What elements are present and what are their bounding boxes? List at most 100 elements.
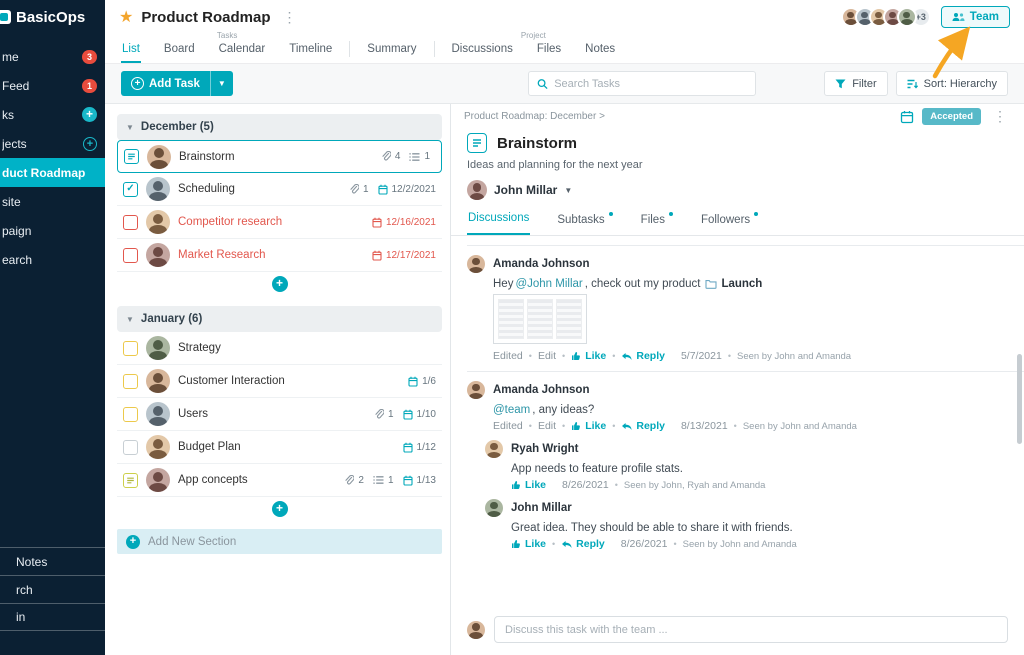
detail-tab-files[interactable]: Files [640, 208, 674, 235]
add-icon[interactable]: + [83, 136, 97, 151]
task-name: Strategy [178, 342, 221, 354]
like-action[interactable]: Like [511, 538, 546, 550]
edit-action[interactable]: Edit [538, 350, 556, 362]
sidebar-footer-item[interactable]: rch [0, 575, 105, 603]
add-icon[interactable]: + [271, 276, 288, 292]
breadcrumb[interactable]: Product Roadmap: December > [464, 111, 605, 122]
task-checkbox[interactable] [123, 214, 138, 230]
sidebar-item[interactable]: ks + [0, 100, 105, 129]
sidebar-item[interactable]: Feed 1 [0, 71, 105, 100]
tab-files[interactable]: Files [536, 41, 562, 63]
search-box[interactable] [528, 71, 757, 96]
add-new-section[interactable]: + Add New Section [117, 529, 442, 554]
due-date: 1/6 [422, 375, 436, 387]
edit-action[interactable]: Edit [538, 420, 556, 432]
sidebar-footer-item[interactable]: in [0, 603, 105, 631]
sidebar-footer-item[interactable]: Notes [0, 547, 105, 575]
status-badge[interactable]: Accepted [922, 108, 981, 125]
calendar-icon[interactable] [900, 110, 914, 124]
sidebar: BasicOps me 3 Feed 1 ks + jects + duct Roadmap si… [0, 0, 105, 655]
thread-scrollbar[interactable] [1017, 354, 1022, 444]
task-checkbox[interactable]: ✓ [123, 181, 138, 197]
like-action[interactable]: Like [511, 479, 546, 491]
detail-tab-discussions[interactable]: Discussions [467, 208, 531, 235]
task-row[interactable]: Brainstorm 41 [117, 140, 442, 173]
like-action[interactable]: Like [571, 350, 606, 362]
task-checkbox[interactable] [123, 373, 138, 389]
attachment-thumbnail[interactable] [493, 294, 587, 344]
mention[interactable]: @team [493, 404, 530, 416]
task-row[interactable]: Budget Plan 1/12 [117, 431, 442, 464]
task-checkbox[interactable] [124, 149, 139, 164]
reply-action[interactable]: Reply [561, 538, 605, 550]
detail-header: Product Roadmap: December > Accepted ⋮ [451, 104, 1024, 129]
task-row[interactable]: Strategy [117, 332, 442, 365]
add-icon[interactable]: + [82, 107, 97, 122]
task-checkbox[interactable] [123, 247, 138, 263]
add-icon[interactable]: + [271, 501, 288, 517]
member-avatars[interactable] [840, 7, 917, 27]
paperclip-icon [375, 408, 384, 418]
sidebar-item[interactable]: jects + [0, 129, 105, 158]
add-task-main[interactable]: + Add Task [121, 71, 210, 96]
filter-button[interactable]: Filter [824, 71, 888, 96]
tab-notes[interactable]: Notes [584, 41, 616, 63]
tab-list[interactable]: List [121, 41, 141, 63]
sort-button[interactable]: Sort: Hierarchy [895, 71, 1008, 96]
task-detail-panel: Product Roadmap: December > Accepted ⋮ B… [450, 104, 1024, 655]
task-checkbox[interactable] [123, 340, 138, 356]
document-link[interactable]: Launch [705, 278, 762, 290]
task-row[interactable]: App concepts 2 1 1/13 [117, 464, 442, 497]
tab-board[interactable]: Board [163, 41, 196, 63]
sidebar-item-label: duct Roadmap [2, 165, 86, 180]
mention[interactable]: @John Millar [515, 278, 582, 290]
tab-discussions[interactable]: Discussions [451, 41, 514, 63]
detail-menu-icon[interactable]: ⋮ [989, 108, 1011, 125]
favorite-star-icon[interactable]: ★ [119, 7, 133, 27]
reply-action[interactable]: Reply [621, 420, 665, 432]
tab-timeline[interactable]: Timeline [288, 41, 333, 63]
thread-divider [467, 371, 1024, 372]
detail-tab-followers[interactable]: Followers [700, 208, 759, 235]
task-row[interactable]: Competitor research 12/16/2021 [117, 206, 442, 239]
current-user-avatar [467, 620, 485, 639]
comment-input-box[interactable] [494, 616, 1008, 643]
assignee-control[interactable]: John Millar ▼ [451, 171, 1024, 208]
sidebar-item[interactable]: me 3 [0, 42, 105, 71]
detail-tab-subtasks[interactable]: Subtasks [556, 208, 613, 235]
thumbnail-page [556, 299, 582, 339]
search-input[interactable] [554, 77, 748, 90]
task-row-meta: 2 1 1/13 [344, 474, 436, 486]
sidebar-item[interactable]: paign [0, 216, 105, 245]
reply-action[interactable]: Reply [621, 350, 665, 362]
add-task-dropdown[interactable]: ▼ [209, 71, 233, 96]
avatar [146, 435, 170, 459]
attachment-count: 2 [358, 474, 364, 486]
sidebar-item[interactable]: earch [0, 245, 105, 274]
task-checkbox[interactable] [123, 439, 138, 455]
tab-calendar[interactable]: Calendar [218, 41, 267, 63]
task-checkbox[interactable] [123, 406, 138, 422]
sidebar-item[interactable]: site [0, 187, 105, 216]
title-menu-icon[interactable]: ⋮ [279, 9, 301, 26]
task-checkbox[interactable] [467, 133, 487, 153]
section-header[interactable]: ▼ December (5) [117, 114, 442, 140]
tab-summary[interactable]: Summary [366, 41, 417, 63]
comment-author: Ryah Wright [511, 443, 579, 455]
add-task-button[interactable]: + Add Task ▼ [121, 71, 233, 96]
section-header[interactable]: ▼ January (6) [117, 306, 442, 332]
task-row[interactable]: ✓ Scheduling 1 12/2/2021 [117, 173, 442, 206]
task-checkbox[interactable] [123, 472, 138, 488]
activity-dot [754, 212, 759, 216]
calendar-icon [372, 217, 382, 228]
like-action[interactable]: Like [571, 420, 606, 432]
comment-author: John Millar [511, 502, 572, 514]
task-row[interactable]: Market Research 12/17/2021 [117, 239, 442, 272]
team-button[interactable]: Team [940, 6, 1010, 28]
task-name: App concepts [178, 474, 248, 486]
sidebar-item[interactable]: duct Roadmap [0, 158, 105, 187]
comment-input[interactable] [505, 623, 997, 636]
task-row[interactable]: Customer Interaction 1/6 [117, 365, 442, 398]
app-logo[interactable]: BasicOps [0, 0, 105, 34]
task-row[interactable]: Users 1 1/10 [117, 398, 442, 431]
